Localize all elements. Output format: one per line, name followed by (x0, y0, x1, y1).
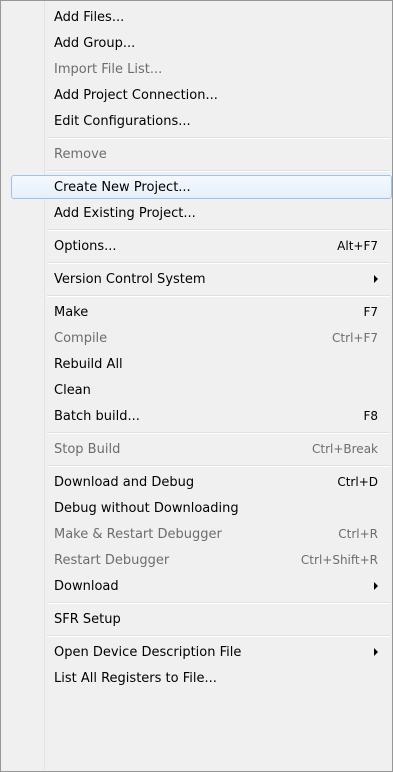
menu-item-label: Rebuild All (54, 356, 123, 372)
menu-separator (1, 167, 392, 174)
menu-item-label: Edit Configurations... (54, 113, 191, 129)
menu-item-clean[interactable]: Clean (1, 377, 392, 403)
menu-item-import-file-list: Import File List... (1, 56, 392, 82)
menu-item-label: List All Registers to File... (54, 670, 217, 686)
menu-item-label: Download (54, 578, 119, 594)
menu-item-label: Open Device Description File (54, 644, 242, 660)
menu-separator (1, 429, 392, 436)
menu-item-add-files[interactable]: Add Files... (1, 4, 392, 30)
menu-separator (1, 462, 392, 469)
menu-item-label: Compile (54, 330, 108, 346)
menu-item-remove: Remove (1, 141, 392, 167)
menu-item-label: Make & Restart Debugger (54, 526, 222, 542)
menu-item-make-restart-debugger: Make & Restart Debugger Ctrl+R (1, 521, 392, 547)
menu-item-create-new-project[interactable]: Create New Project... (1, 174, 392, 200)
menu-item-sfr-setup[interactable]: SFR Setup (1, 606, 392, 632)
menu-item-compile: Compile Ctrl+F7 (1, 325, 392, 351)
menu-item-rebuild-all[interactable]: Rebuild All (1, 351, 392, 377)
menu-item-label: Version Control System (54, 271, 206, 287)
menu-item-label: Batch build... (54, 408, 140, 424)
menu-separator (1, 292, 392, 299)
menu-item-shortcut: Ctrl+R (338, 527, 378, 541)
submenu-arrow-icon (374, 648, 378, 656)
menu-item-shortcut: Ctrl+Break (312, 442, 378, 456)
menu-item-restart-debugger: Restart Debugger Ctrl+Shift+R (1, 547, 392, 573)
menu-separator (1, 632, 392, 639)
menu-item-shortcut: Ctrl+D (337, 475, 378, 489)
menu-item-list-all-registers-to-file[interactable]: List All Registers to File... (1, 665, 392, 691)
menu-item-download[interactable]: Download (1, 573, 392, 599)
menu-item-add-project-connection[interactable]: Add Project Connection... (1, 82, 392, 108)
menu-item-label: Restart Debugger (54, 552, 170, 568)
menu-item-label: SFR Setup (54, 611, 121, 627)
menu-item-shortcut: Ctrl+F7 (332, 331, 378, 345)
menu-item-shortcut: Alt+F7 (337, 239, 378, 253)
menu-item-label: Make (54, 304, 89, 320)
menu-item-make[interactable]: Make F7 (1, 299, 392, 325)
menu-item-label: Import File List... (54, 61, 163, 77)
menu-item-label: Debug without Downloading (54, 500, 239, 516)
menu-item-add-existing-project[interactable]: Add Existing Project... (1, 200, 392, 226)
menu-separator (1, 134, 392, 141)
menu-item-add-group[interactable]: Add Group... (1, 30, 392, 56)
menu-item-version-control-system[interactable]: Version Control System (1, 266, 392, 292)
menu-item-label: Add Project Connection... (54, 87, 218, 103)
menu-item-open-device-description-file[interactable]: Open Device Description File (1, 639, 392, 665)
menu-item-shortcut: F7 (363, 305, 378, 319)
menu-item-label: Add Group... (54, 35, 136, 51)
menu-item-label: Create New Project... (54, 179, 191, 195)
menu-separator (1, 599, 392, 606)
menu-item-label: Add Files... (54, 9, 125, 25)
menu-item-label: Remove (54, 146, 107, 162)
menu-item-label: Add Existing Project... (54, 205, 196, 221)
menu-item-download-and-debug[interactable]: Download and Debug Ctrl+D (1, 469, 392, 495)
menu-item-stop-build: Stop Build Ctrl+Break (1, 436, 392, 462)
menu-item-shortcut: F8 (363, 409, 378, 423)
menu-item-debug-without-downloading[interactable]: Debug without Downloading (1, 495, 392, 521)
submenu-arrow-icon (374, 582, 378, 590)
menu-item-batch-build[interactable]: Batch build... F8 (1, 403, 392, 429)
project-context-menu: Add Files... Add Group... Import File Li… (0, 0, 393, 772)
submenu-arrow-icon (374, 275, 378, 283)
menu-item-options[interactable]: Options... Alt+F7 (1, 233, 392, 259)
menu-separator (1, 226, 392, 233)
menu-separator (1, 259, 392, 266)
menu-item-shortcut: Ctrl+Shift+R (300, 553, 378, 567)
menu-item-label: Download and Debug (54, 474, 195, 490)
menu-item-edit-configurations[interactable]: Edit Configurations... (1, 108, 392, 134)
menu-item-label: Stop Build (54, 441, 121, 457)
menu-item-label: Options... (54, 238, 117, 254)
menu-item-label: Clean (54, 382, 91, 398)
